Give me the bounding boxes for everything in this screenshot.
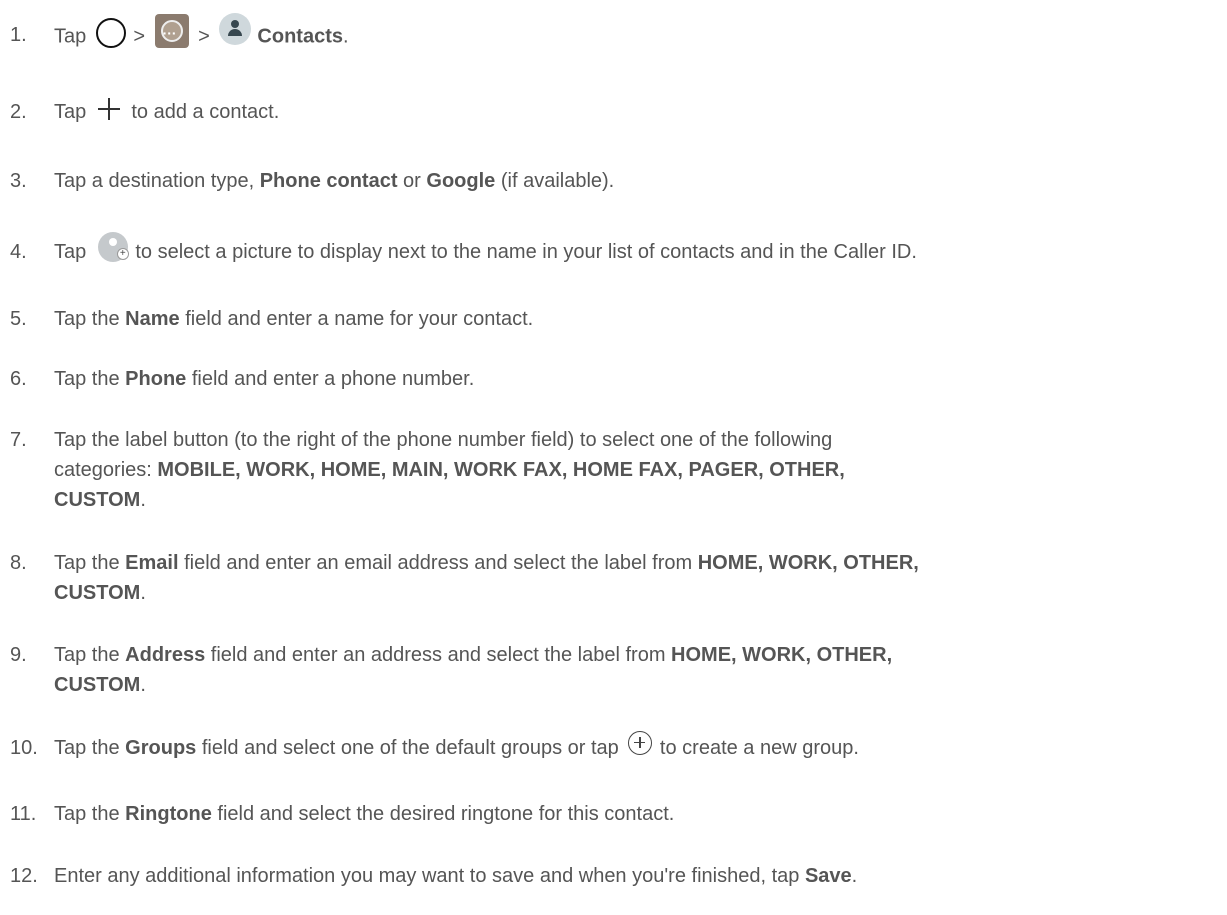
bold-term: Google [426,170,496,192]
step-text: Tap the [54,308,126,330]
separator: > [127,25,151,48]
contacts-app-icon [219,13,252,45]
bold-term: Email [125,552,179,574]
bold-term: CUSTOM [54,489,141,511]
step-number: 7. [10,429,27,451]
separator: > [192,25,216,48]
step-number: 3. [10,170,27,192]
step-text: . [140,582,146,604]
bold-term: HOME, WORK, OTHER, [697,552,919,574]
plus-icon [97,97,120,120]
bold-term: Name [125,308,180,330]
step-text: Tap the [54,803,126,825]
step-text: field and enter an email address and sel… [178,552,698,574]
step-text: . [342,25,349,48]
step-text: field and enter an address and select th… [205,644,672,666]
step-text: field and enter a phone number. [186,368,475,390]
step-text: to create a new group. [654,737,859,759]
bold-term: Groups [125,737,197,759]
step-number: 6. [10,368,27,390]
bold-term: MOBILE, WORK, HOME, MAIN, WORK FAX, HOME… [157,459,845,481]
step-text: Tap a destination type, [54,170,260,192]
bold-term: Contacts [257,25,343,48]
step-text: field and enter a name for your contact. [179,308,534,330]
step-text: Tap [54,25,92,48]
step-number: 8. [10,552,27,574]
step-text: categories: [54,459,158,481]
bold-term: Phone [125,368,187,390]
step-text: Tap [54,101,92,123]
step-number: 9. [10,644,27,666]
step-number: 12. [10,865,38,887]
bold-term: Address [125,644,206,666]
bold-term: Ringtone [125,803,212,825]
bold-term: Phone contact [259,170,398,192]
step-text: Tap the [54,368,126,390]
add-photo-icon [97,231,129,262]
step-text: field and select one of the default grou… [196,737,625,759]
step-text: to select a picture to display next to t… [129,241,917,263]
step-text: . [140,489,146,511]
bold-term: HOME, WORK, OTHER, [671,644,893,666]
step-number: 11. [10,803,37,825]
step-number: 4. [10,241,27,263]
apps-icon [154,14,189,48]
add-group-icon [628,730,653,755]
step-text: (if available). [495,170,615,192]
step-text: . [851,865,858,887]
step-text: Tap the [54,737,126,759]
bold-term: CUSTOM [54,582,141,604]
step-text: field and select the desired ringtone fo… [211,803,675,825]
bold-term: Save [804,865,852,887]
step-text: Enter any additional information you may… [54,865,805,887]
step-text: Tap the label button (to the right of th… [54,429,833,451]
step-number: 2. [10,101,27,123]
step-text: or [397,170,427,192]
step-text: Tap the [54,644,126,666]
step-number: 1. [10,24,27,46]
step-text: Tap [54,241,92,263]
step-text: to add a contact. [125,101,280,123]
step-number: 10. [10,737,38,759]
step-text: . [140,674,146,696]
step-text: Tap the [54,552,126,574]
step-number: 5. [10,308,27,330]
home-circle-icon [95,18,126,48]
bold-term: CUSTOM [54,674,141,696]
